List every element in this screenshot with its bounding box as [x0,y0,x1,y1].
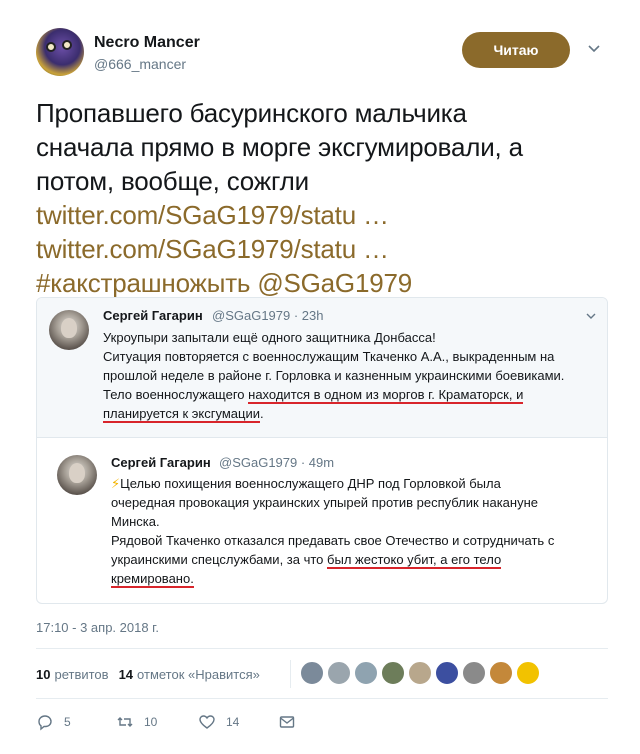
retweets-label[interactable]: ретвитов [54,667,108,682]
direct-message-button[interactable] [278,711,308,733]
mention-link[interactable]: @SGaG1979 [257,268,412,298]
underlined-text: кремировано. [111,571,194,588]
retweet-button[interactable]: 10 [116,711,198,733]
avatar[interactable] [57,455,97,495]
tweet-text: Пропавшего басуринского мальчика сначала… [36,96,606,300]
reply-count: 5 [64,715,71,729]
tweet-timestamp[interactable]: 17:10 - 3 апр. 2018 г. [36,620,159,635]
text-segment: . [260,406,264,421]
chevron-down-icon[interactable] [586,40,602,56]
tweet-stats: 10 ретвитов 14 отметок «Нравится» [36,662,260,686]
envelope-icon [279,716,295,728]
tweet-header: Necro Mancer @666_mancer Читаю [36,28,616,78]
retweet-icon [117,717,133,727]
tweet-link[interactable]: twitter.com/SGaG1979/statu … [36,198,606,232]
avatar[interactable] [49,310,89,350]
like-button[interactable]: 14 [198,711,278,733]
hashtag-link[interactable]: #какстрашножыть [36,268,250,298]
tweet-link[interactable]: twitter.com/SGaG1979/statu … [36,232,606,266]
chevron-down-icon[interactable] [585,310,597,322]
text-segment: Тело военнослужащего [103,387,249,402]
text-line: очередная провокация украинских упырей п… [111,495,538,510]
tweet-line: потом, вообще, сожгли [36,166,309,196]
nested-quoted-tweet[interactable]: Сергей Гагарин @SGaG1979 · 49m ⚡Целью по… [37,439,607,603]
reply-button[interactable]: 5 [36,711,116,733]
author-handle[interactable]: @666_mancer [94,56,186,72]
tweet-line: Пропавшего басуринского мальчика [36,98,467,128]
quoted-author-name[interactable]: Сергей Гагарин [111,455,211,470]
quoted-tweet-card[interactable]: Сергей Гагарин @SGaG1979 · 23h Укроупыри… [36,297,608,604]
avatar[interactable] [354,661,378,685]
text-line: Ситуация повторяется с военнослужащим Тк… [103,349,555,364]
text-line: Целью похищения военнослужащего ДНР под … [120,476,501,491]
text-line: Укроупыри запытали ещё одного защитника … [103,330,436,345]
avatar[interactable] [516,661,540,685]
underlined-text: планируется к эксгумации [103,406,260,423]
like-count: 14 [226,715,240,729]
underlined-text: находится в одном из моргов г. Краматорс… [248,387,524,404]
avatar[interactable] [327,661,351,685]
avatar[interactable] [300,661,324,685]
heart-icon [199,715,215,729]
author-name[interactable]: Necro Mancer [94,34,200,52]
likes-label[interactable]: отметок «Нравится» [137,667,260,682]
divider [36,648,608,649]
reply-icon [38,715,52,731]
avatar[interactable] [408,661,432,685]
quoted-author-meta: @SGaG1979 · 23h [212,308,324,323]
avatar[interactable] [36,28,84,76]
quoted-author-name[interactable]: Сергей Гагарин [103,308,203,323]
text-line: Минска. [111,514,160,529]
retweet-count: 10 [144,715,158,729]
text-line: Рядовой Ткаченко отказался предавать сво… [111,533,555,548]
text-line: прошлой неделе в районе г. Горловка и ка… [103,368,565,383]
avatar[interactable] [489,661,513,685]
follow-button[interactable]: Читаю [462,32,570,68]
text-segment: украинскими спецслужбами, за что [111,552,328,567]
tweet-actions: 5 10 14 [36,711,308,733]
avatar[interactable] [435,661,459,685]
avatar[interactable] [462,661,486,685]
likes-count[interactable]: 14 [119,667,133,682]
underlined-text: был жестоко убит, а его тело [327,552,502,569]
quoted-author-meta: @SGaG1979 · 49m [219,455,335,470]
quoted-tweet[interactable]: Сергей Гагарин @SGaG1979 · 23h Укроупыри… [37,298,607,438]
retweets-count[interactable]: 10 [36,667,50,682]
avatar[interactable] [381,661,405,685]
likers-avatars[interactable] [300,661,543,685]
quoted-tweet-text: ⚡Целью похищения военнослужащего ДНР под… [111,474,601,588]
quoted-tweet-text: Укроупыри запытали ещё одного защитника … [103,328,593,423]
divider [290,660,291,688]
tweet-line: сначала прямо в морге эксгумировали, а [36,132,523,162]
lightning-icon: ⚡ [111,476,121,491]
divider [36,698,608,699]
